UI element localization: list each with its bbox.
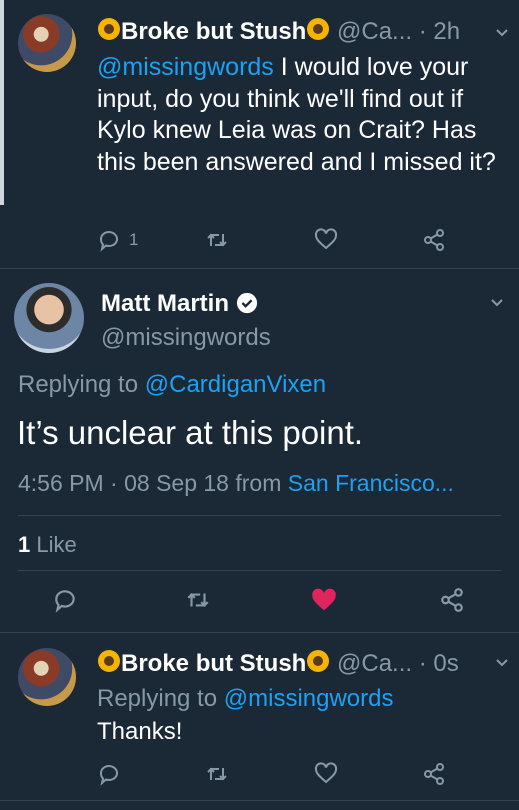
action-bar [52,587,472,615]
display-name-row: Matt Martin [101,290,258,318]
reply-count: 1 [129,230,139,249]
heart-icon[interactable] [310,587,338,615]
retweet-icon[interactable] [205,762,229,786]
likes-count: 1 [18,532,31,557]
reply-to-link[interactable]: @CardiganVixen [145,371,326,398]
replying-label: Replying to [97,685,224,712]
handle[interactable]: @Ca... [337,18,412,45]
reply-icon[interactable] [97,228,121,252]
sunflower-icon [98,650,120,672]
replying-line: Replying to @CardiganVixen [18,371,326,399]
avatar[interactable] [18,648,76,706]
display-name[interactable]: Broke but Stush [121,18,306,45]
sunflower-icon [98,18,120,40]
divider [0,268,519,269]
reply-icon[interactable] [97,762,121,786]
mention-link[interactable]: @missingwords [97,53,274,81]
timestamp: · 0s [418,650,459,677]
replying-label: Replying to [18,371,145,398]
tweet-text: Thanks! [97,718,183,745]
heart-icon[interactable] [314,762,338,786]
display-name[interactable]: Broke but Stush [121,650,306,677]
tweet-text: It’s unclear at this point. [17,414,364,451]
retweet-icon[interactable] [185,587,211,613]
likes-summary[interactable]: 1 Like [18,532,77,558]
handle[interactable]: @Ca... [337,650,412,677]
sunflower-icon [307,18,330,40]
tweet-header: Broke but Stush @Ca... · 2h [97,17,460,46]
chevron-down-icon[interactable] [490,296,504,310]
timestamp: · 2h [418,18,461,45]
share-icon[interactable] [439,587,465,613]
chevron-down-icon[interactable] [495,656,509,670]
avatar[interactable] [18,14,76,72]
likes-label: Like [36,532,77,557]
reply-icon[interactable] [52,587,78,613]
retweet-icon[interactable] [205,228,229,252]
sunflower-icon [307,650,330,672]
chevron-down-icon[interactable] [495,26,509,40]
share-icon[interactable] [422,228,446,252]
verified-badge-icon [236,292,257,314]
tweet-text: @missingwords I would love your input, d… [97,52,502,178]
timestamp: 4:56 PM · 08 Sep 18 from [18,470,288,496]
tweet-meta: 4:56 PM · 08 Sep 18 from San Francisco..… [18,470,454,497]
share-icon[interactable] [422,762,446,786]
display-name[interactable]: Matt Martin [101,290,229,317]
avatar[interactable] [14,283,84,353]
divider [0,800,519,801]
action-bar [97,762,457,790]
handle[interactable]: @missingwords [101,324,271,352]
reply-to-link[interactable]: @missingwords [224,685,394,712]
scroll-indicator [0,0,4,205]
replying-line: Replying to @missingwords [97,685,393,713]
heart-icon[interactable] [314,228,338,252]
tweet-header: Broke but Stush @Ca... · 0s [97,649,459,678]
divider [18,570,501,571]
divider [18,515,501,516]
divider [0,632,519,633]
location-link[interactable]: San Francisco... [288,470,454,496]
action-bar: 1 [97,228,457,256]
